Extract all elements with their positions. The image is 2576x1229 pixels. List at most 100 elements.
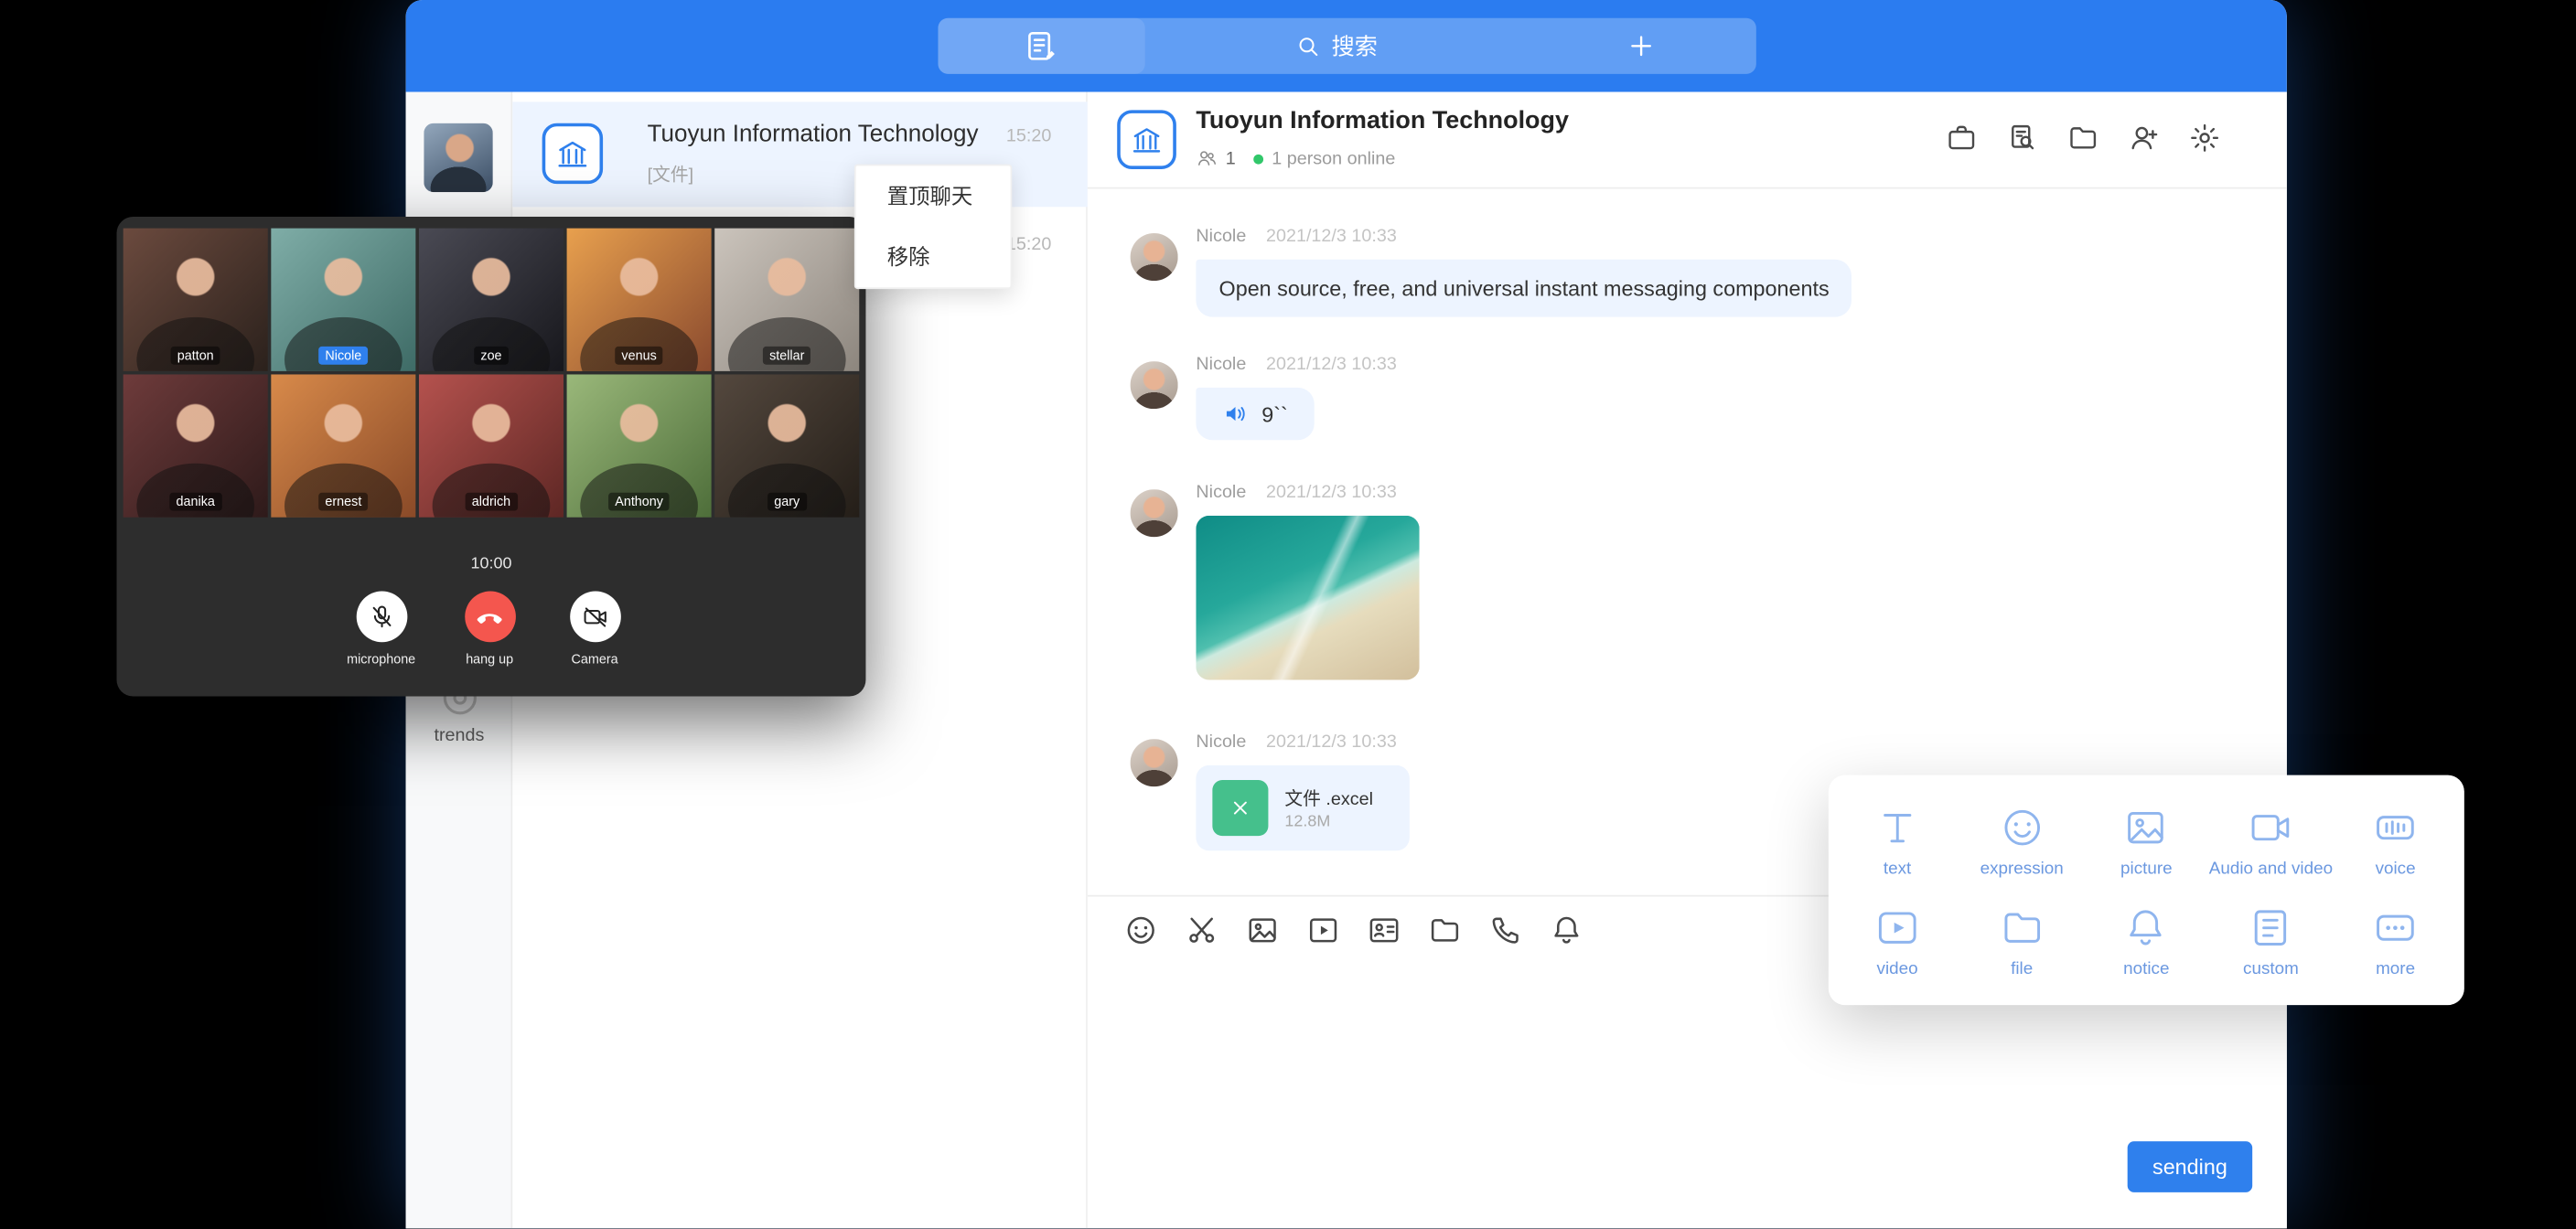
camera-label: Camera xyxy=(545,652,644,667)
video-participant[interactable]: stellar xyxy=(714,229,859,371)
top-bar: 搜索 xyxy=(406,0,2287,92)
popup-item-more[interactable]: more xyxy=(2334,892,2458,992)
participant-name: Nicole xyxy=(318,347,368,365)
popup-item-video[interactable]: video xyxy=(1835,892,1959,992)
file-message-card[interactable]: 文件 .excel 12.8M xyxy=(1196,765,1409,850)
message-time: 2021/12/3 10:33 xyxy=(1266,227,1397,247)
video-participant[interactable]: gary xyxy=(714,374,859,517)
participant-name: venus xyxy=(615,347,663,365)
picture-icon xyxy=(1245,914,1280,948)
group-avatar xyxy=(542,123,603,184)
smiley-icon xyxy=(1999,805,2045,850)
popup-item-text[interactable]: text xyxy=(1835,792,1959,892)
notes-button[interactable] xyxy=(938,18,1144,74)
sender-avatar[interactable] xyxy=(1131,739,1178,786)
conversation-time: 15:20 xyxy=(1006,126,1051,146)
message-type-popup: text expression picture Audio and video xyxy=(1829,775,2464,1005)
video-participant[interactable]: zoe xyxy=(419,229,564,371)
topbar-pill: 搜索 xyxy=(938,18,1755,74)
screenshot-button[interactable] xyxy=(1185,914,1219,948)
sender-avatar[interactable] xyxy=(1131,361,1178,409)
microphone-control: microphone xyxy=(332,592,431,668)
bell-icon xyxy=(2123,905,2169,951)
video-participant[interactable]: venus xyxy=(567,229,712,371)
sender-name: Nicole xyxy=(1196,483,1246,503)
participant-name: stellar xyxy=(763,347,811,365)
popup-item-label: voice xyxy=(2376,859,2416,879)
plus-icon xyxy=(1625,29,1658,62)
folder-icon xyxy=(1999,905,2045,951)
popup-item-notice[interactable]: notice xyxy=(2084,892,2208,992)
video-play-icon xyxy=(1306,914,1341,948)
call-button[interactable] xyxy=(1488,914,1523,948)
camera-button[interactable] xyxy=(569,592,620,643)
popup-item-file[interactable]: file xyxy=(1959,892,2084,992)
sender-name: Nicole xyxy=(1196,227,1246,247)
popup-item-expression[interactable]: expression xyxy=(1959,792,2084,892)
contact-card-button[interactable] xyxy=(1367,914,1401,948)
text-message-bubble[interactable]: Open source, free, and universal instant… xyxy=(1196,260,1852,317)
microphone-label: microphone xyxy=(332,652,431,667)
file-name: 文件 .excel xyxy=(1284,785,1373,811)
message-meta: Nicole 2021/12/3 10:33 xyxy=(1196,355,1396,375)
notice-button[interactable] xyxy=(1550,914,1584,948)
video-participant[interactable]: Anthony xyxy=(567,374,712,517)
notes-icon xyxy=(1024,28,1060,65)
conversation-last-message: [文件] xyxy=(648,161,694,187)
participant-name: gary xyxy=(767,493,806,511)
x-glyph-icon xyxy=(1228,795,1254,821)
add-button[interactable] xyxy=(1526,18,1755,74)
microphone-button[interactable] xyxy=(356,592,407,643)
excel-file-icon xyxy=(1212,780,1268,836)
camera-off-icon xyxy=(581,603,609,631)
file-button[interactable] xyxy=(1428,914,1463,948)
video-participant[interactable]: Nicole xyxy=(271,229,415,371)
popup-item-voice[interactable]: voice xyxy=(2334,792,2458,892)
popup-item-label: text xyxy=(1884,859,1911,879)
message-time: 2021/12/3 10:33 xyxy=(1266,355,1397,375)
sender-avatar[interactable] xyxy=(1131,489,1178,537)
conversation-title: Tuoyun Information Technology xyxy=(648,122,979,148)
call-timer: 10:00 xyxy=(117,555,866,573)
building-icon xyxy=(555,136,590,171)
video-play-icon xyxy=(1874,905,1920,951)
mic-off-icon xyxy=(367,603,395,631)
id-card-icon xyxy=(1367,914,1401,948)
file-size: 12.8M xyxy=(1284,813,1330,831)
image-message[interactable] xyxy=(1196,516,1419,680)
screen: 搜索 trends xyxy=(0,0,2576,1228)
sender-avatar[interactable] xyxy=(1131,233,1178,281)
popup-item-audio-video[interactable]: Audio and video xyxy=(2208,792,2333,892)
video-participant[interactable]: aldrich xyxy=(419,374,564,517)
video-participant[interactable]: ernest xyxy=(271,374,415,517)
hangup-button[interactable] xyxy=(464,592,515,643)
search-input[interactable]: 搜索 xyxy=(1145,18,1527,74)
voice-message-bubble[interactable]: 9`` xyxy=(1196,388,1314,440)
camera-control: Camera xyxy=(545,592,644,668)
message-list: Nicole 2021/12/3 10:33 Open source, free… xyxy=(1088,92,2287,1229)
more-icon xyxy=(2372,905,2418,951)
popup-item-custom[interactable]: custom xyxy=(2208,892,2333,992)
popup-item-label: custom xyxy=(2243,959,2299,979)
hangup-control: hang up xyxy=(440,592,539,668)
video-button[interactable] xyxy=(1306,914,1341,948)
send-button[interactable]: sending xyxy=(2128,1141,2252,1192)
voice-wave-icon xyxy=(2372,805,2418,850)
menu-item-pin-chat[interactable]: 置顶聊天 xyxy=(856,166,1011,226)
participant-name: patton xyxy=(171,347,220,365)
popup-item-picture[interactable]: picture xyxy=(2084,792,2208,892)
menu-item-remove[interactable]: 移除 xyxy=(856,227,1011,287)
video-participant[interactable]: patton xyxy=(123,229,268,371)
emoji-button[interactable] xyxy=(1123,914,1158,948)
voice-icon xyxy=(1222,401,1249,427)
search-icon xyxy=(1293,32,1322,60)
popup-item-label: file xyxy=(2011,959,2033,979)
video-participant[interactable]: danika xyxy=(123,374,268,517)
message-meta: Nicole 2021/12/3 10:33 xyxy=(1196,483,1396,503)
user-avatar[interactable] xyxy=(424,123,492,192)
message-meta: Nicole 2021/12/3 10:33 xyxy=(1196,732,1396,753)
popup-item-label: more xyxy=(2376,959,2415,979)
image-button[interactable] xyxy=(1245,914,1280,948)
popup-item-label: video xyxy=(1877,959,1918,979)
sender-name: Nicole xyxy=(1196,732,1246,753)
